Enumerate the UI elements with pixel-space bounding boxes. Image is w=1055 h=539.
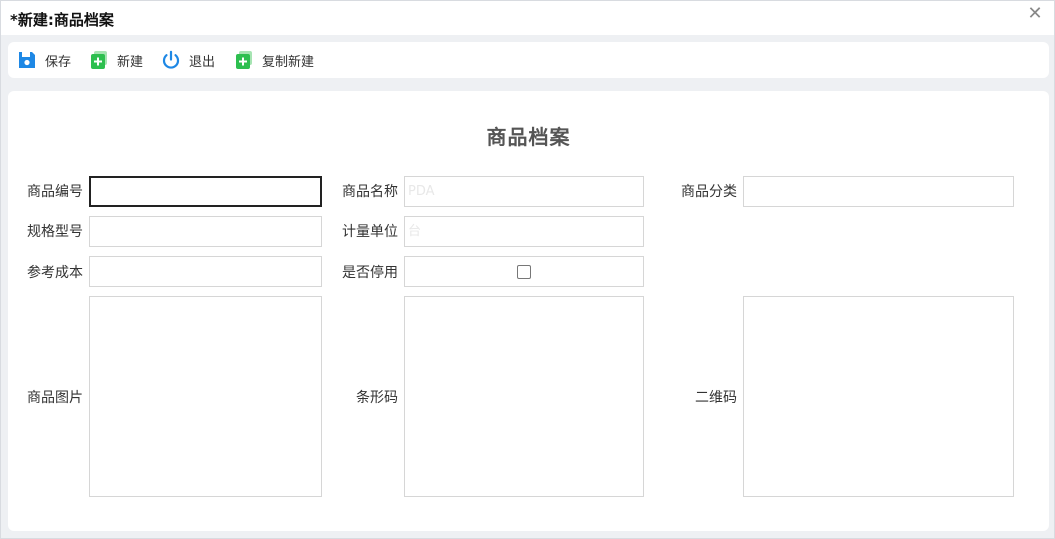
exit-label: 退出 [189,54,216,70]
disabled-field [404,256,644,287]
unit-label: 计量单位 [342,224,398,240]
unit-input[interactable]: 台 [404,216,644,247]
exit-button[interactable]: 退出 [161,49,215,71]
barcode-box [404,296,644,497]
disabled-checkbox[interactable] [517,265,531,279]
save-button[interactable]: 保存 [17,49,71,71]
close-icon[interactable]: ✕ [1026,5,1044,23]
image-label: 商品图片 [27,390,83,406]
form-panel: 商品档案 商品编号 商品名称 PDA 商品分类 规格型号 计量单位 台 参考成本… [8,91,1049,531]
power-icon [161,50,181,70]
form-title: 商品档案 [486,125,571,149]
form-window: *新建:商品档案 ✕ 保存 新建 退出 复制新建 商品档案 商品编号 商品名称 … [0,0,1055,539]
category-input[interactable] [743,176,1014,207]
save-icon [17,50,37,70]
toolbar: 保存 新建 退出 复制新建 [8,42,1049,78]
qrcode-label: 二维码 [695,390,737,406]
code-label: 商品编号 [27,184,83,200]
new-button[interactable]: 新建 [89,49,143,71]
disabled-label: 是否停用 [342,265,398,281]
cost-input[interactable] [89,256,322,287]
qrcode-box [743,296,1014,497]
spec-label: 规格型号 [27,224,83,240]
new-label: 新建 [117,54,144,70]
category-label: 商品分类 [681,184,737,200]
save-label: 保存 [45,54,72,70]
spec-input[interactable] [89,216,322,247]
add-document-icon [89,50,109,70]
name-label: 商品名称 [342,184,398,200]
name-input[interactable]: PDA [404,176,644,207]
code-input[interactable] [89,176,322,207]
barcode-label: 条形码 [356,390,398,406]
copy-new-button[interactable]: 复制新建 [234,49,314,71]
copy-new-label: 复制新建 [262,54,315,70]
title-bar: *新建:商品档案 ✕ [1,1,1054,35]
product-image-box[interactable] [89,296,322,497]
copy-add-icon [234,50,254,70]
cost-label: 参考成本 [27,265,83,281]
window-title: *新建:商品档案 [10,11,114,29]
